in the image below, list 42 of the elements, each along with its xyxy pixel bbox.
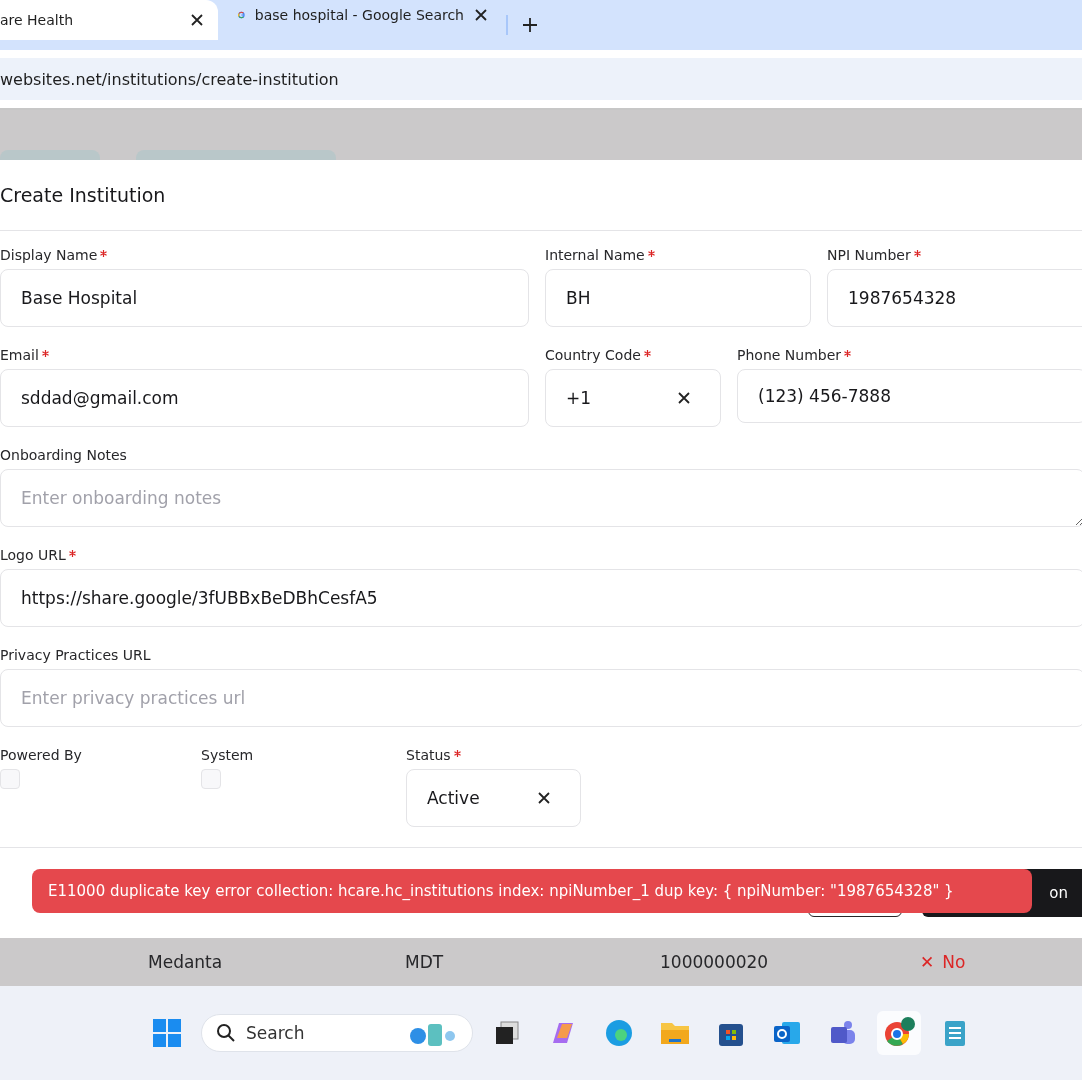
field-label: Status: [406, 747, 451, 763]
close-icon[interactable]: [474, 8, 488, 22]
status-text: No: [942, 952, 966, 972]
field-label: NPI Number: [827, 247, 911, 263]
field-label: Onboarding Notes: [0, 447, 127, 463]
notes-field[interactable]: Enter onboarding notes: [0, 469, 1082, 527]
error-toast: E11000 duplicate key error collection: hcare.hc_institutions index: npiNumber_1 dup key: { npiNumber: "1987654328" }: [32, 869, 1032, 913]
chrome-icon[interactable]: [877, 1011, 921, 1055]
table-cell-text: Medanta: [147, 952, 224, 972]
browser-tab[interactable]: base hospital - Google Search: [222, 0, 502, 40]
table-cell-text: 1000000020: [660, 952, 770, 972]
input-field[interactable]: BH: [545, 269, 811, 327]
search-icon: [216, 1023, 236, 1043]
table-cell-text: MDT: [405, 952, 445, 972]
input-field[interactable]: 1987654328: [827, 269, 1082, 327]
field-label: Powered By: [0, 747, 83, 763]
clear-icon[interactable]: [677, 391, 691, 405]
country-code-select[interactable]: +1: [545, 369, 721, 427]
field-label: Phone Number: [737, 347, 842, 363]
checkbox[interactable]: [201, 769, 221, 789]
input-field[interactable]: Base Hospital: [0, 269, 529, 327]
browser-tab[interactable]: are Health: [0, 0, 218, 40]
field-label: Privacy Practices URL: [0, 647, 151, 663]
checkbox[interactable]: [0, 769, 20, 789]
clear-icon[interactable]: [537, 791, 551, 805]
field-label: Display Name: [0, 247, 98, 263]
input-field[interactable]: Enter privacy practices url: [0, 669, 1082, 727]
cross-mark: ✕: [920, 952, 935, 972]
input-field[interactable]: (123) 456-7888: [737, 369, 1082, 423]
input-field[interactable]: https://share.google/3fUBBxBeDBhCesfA5: [0, 569, 1082, 627]
field-label: System: [201, 747, 255, 763]
field-label: Country Code: [545, 347, 641, 363]
input-field[interactable]: sddad@gmail.com: [0, 369, 529, 427]
field-label: Internal Name: [545, 247, 645, 263]
status-select[interactable]: Active: [406, 769, 581, 827]
new-tab-icon[interactable]: [522, 17, 538, 33]
address-bar[interactable]: websites.net/institutions/create-institution: [0, 58, 1082, 100]
field-label: Email: [0, 347, 39, 363]
taskbar-search[interactable]: Search: [201, 1014, 473, 1052]
modal-title: Create Institution: [0, 184, 166, 206]
close-icon[interactable]: [190, 13, 204, 27]
field-label: Logo URL: [0, 547, 66, 563]
